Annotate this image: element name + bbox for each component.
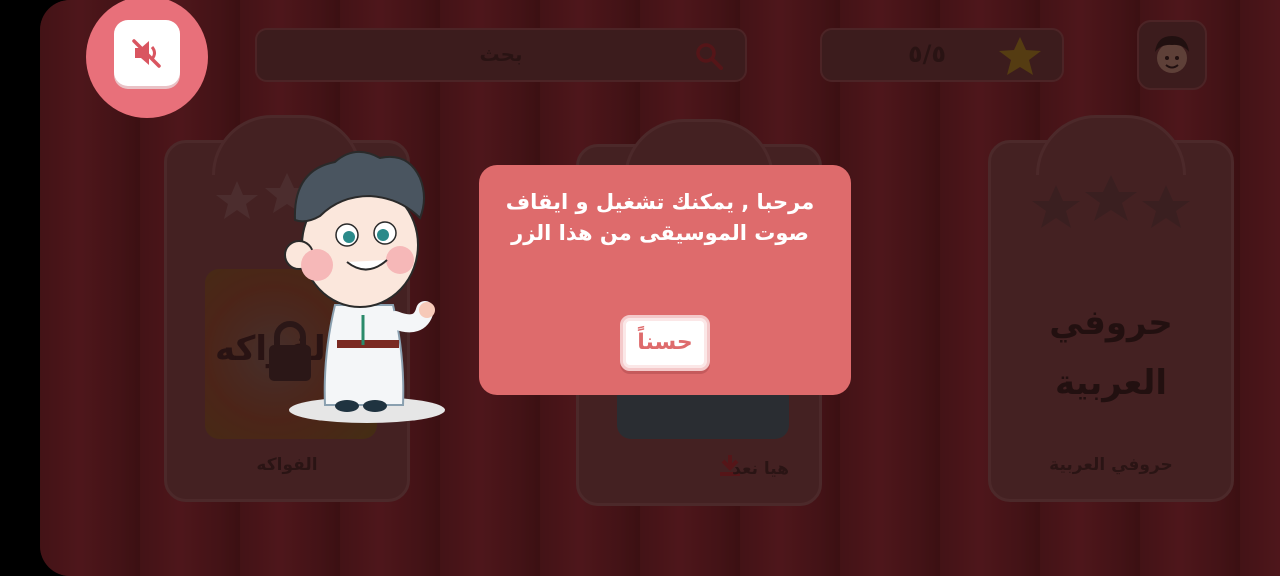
tutorial-dialog: مرحبا , يمكنك تشغيل و ايقاف صوت الموسيقى…	[479, 165, 851, 395]
volume-mute-icon	[132, 39, 161, 68]
boy-character-illustration	[284, 151, 445, 423]
dialog-line1: مرحبا , يمكنك تشغيل و ايقاف	[505, 190, 815, 214]
dialog-line2: صوت الموسيقى من هذا الزر	[511, 221, 809, 245]
ok-button[interactable]: حسناً	[620, 315, 710, 371]
dialog-message: مرحبا , يمكنك تشغيل و ايقاف صوت الموسيقى…	[499, 187, 821, 249]
mute-button[interactable]	[114, 20, 180, 86]
